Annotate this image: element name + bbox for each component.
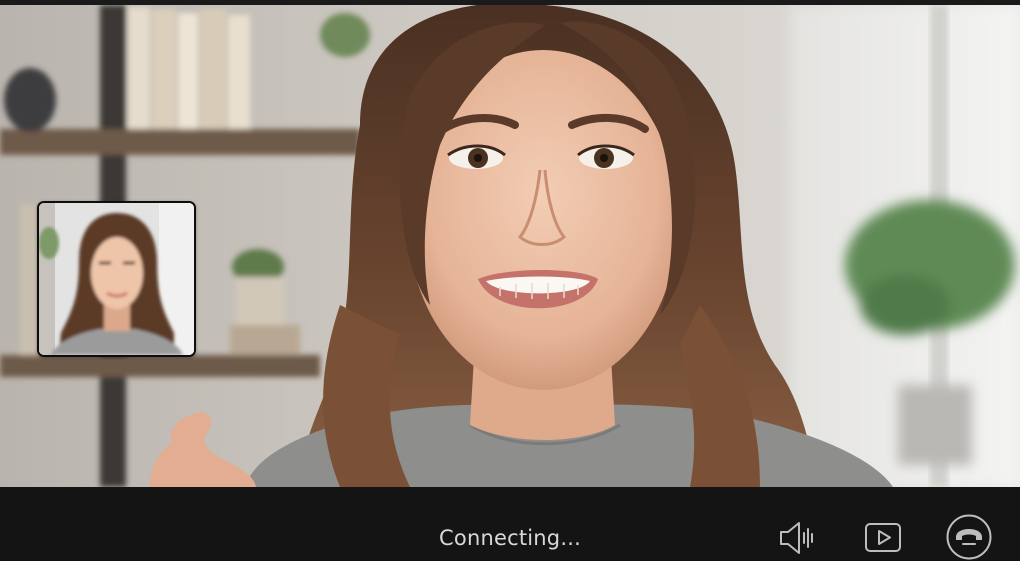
video-toggle-button[interactable]	[864, 522, 902, 554]
call-status-text: Connecting...	[439, 526, 581, 550]
speaker-icon	[780, 522, 813, 554]
end-call-button[interactable]	[945, 513, 993, 561]
video-call-window: Connecting...	[0, 0, 1020, 560]
phone-hangup-icon	[946, 514, 992, 560]
mute-button[interactable]	[777, 520, 815, 556]
remote-video-feed	[0, 5, 1020, 487]
self-view-preview[interactable]	[37, 201, 196, 357]
self-view-image	[39, 203, 194, 355]
play-video-icon	[865, 523, 901, 552]
